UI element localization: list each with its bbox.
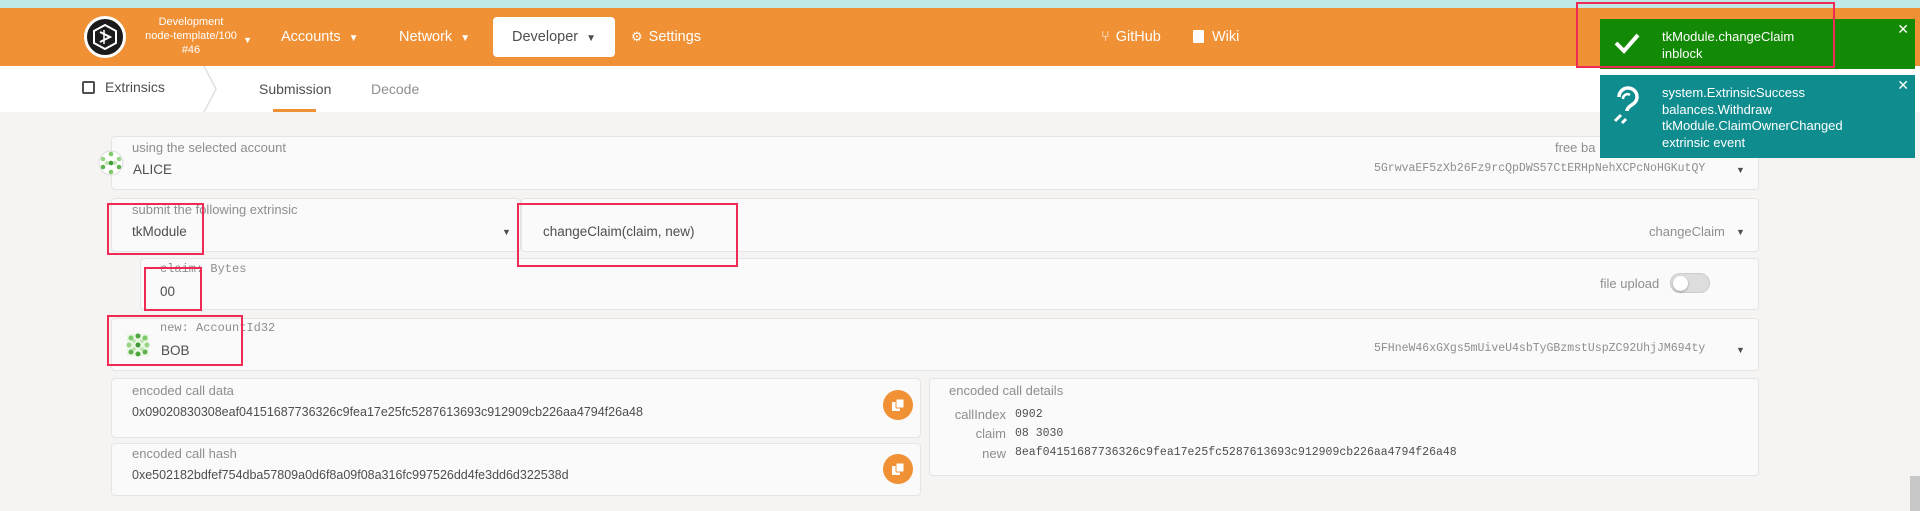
highlight-box-method [517, 203, 738, 267]
detail-value-new: 8eaf04151687736326c9fea17e25fc5287613693… [1015, 446, 1457, 459]
toast-status: extrinsic event [1662, 134, 1746, 150]
detail-key-claim: claim [975, 426, 1006, 441]
caret-down-icon: ▼ [1736, 165, 1745, 175]
nav-github-label: GitHub [1115, 29, 1161, 45]
tab-submission[interactable]: Submission [259, 81, 331, 97]
extrinsics-icon [82, 80, 95, 94]
section-title-label: Extrinsics [105, 79, 165, 95]
toast-event-line-2: balances.Withdraw [1662, 101, 1772, 117]
claim-input[interactable] [140, 258, 1759, 310]
encoded-call-data-value: 0x09020830308eaf04151687736326c9fea17e25… [132, 405, 643, 419]
copy-icon [892, 398, 905, 411]
nav-network[interactable]: Network ▼ [399, 24, 470, 50]
nav-accounts[interactable]: Accounts ▼ [281, 24, 359, 50]
copy-call-hash-button[interactable] [883, 454, 913, 484]
nav-developer[interactable]: Developer ▼ [493, 17, 615, 57]
toast-event-line-1: system.ExtrinsicSuccess [1662, 85, 1806, 100]
caret-down-icon: ▼ [502, 227, 511, 237]
encoded-call-data-label: encoded call data [132, 383, 234, 398]
caret-down-icon: ▼ [1736, 227, 1745, 237]
section-title: Extrinsics [82, 79, 165, 95]
nav-github[interactable]: ⑂ GitHub [1101, 24, 1161, 50]
caret-down-icon: ▼ [586, 33, 596, 44]
highlight-box-toast [1576, 2, 1835, 68]
active-tab-indicator [273, 109, 316, 112]
close-icon[interactable]: ✕ [1897, 21, 1909, 38]
copy-icon [892, 462, 905, 475]
account-name: ALICE [133, 162, 173, 177]
highlight-box-new-account [107, 315, 243, 366]
chain-block: #46 [181, 44, 201, 56]
status-toast-events: system.ExtrinsicSuccess balances.Withdra… [1600, 75, 1915, 158]
encoded-call-hash-value: 0xe502182bdfef754dba57809a0d6f8a09f08a31… [132, 468, 569, 482]
chain-name: Development [158, 16, 224, 28]
highlight-box-module [107, 203, 204, 255]
alice-identicon-icon [98, 150, 124, 176]
caret-down-icon: ▼ [1736, 345, 1745, 355]
copy-call-data-button[interactable] [883, 390, 913, 420]
tab-decode[interactable]: Decode [371, 81, 419, 97]
nav-settings-label: Settings [648, 29, 702, 45]
method-short: changeClaim [1649, 224, 1725, 239]
caret-down-icon: ▼ [348, 33, 359, 44]
book-icon [1193, 30, 1204, 43]
encoded-call-hash-label: encoded call hash [132, 446, 237, 461]
caret-down-icon: ▼ [460, 33, 471, 44]
file-upload-toggle[interactable] [1670, 273, 1710, 293]
assistive-listening-icon [1613, 86, 1639, 125]
account-address: 5GrwvaEF5zXb26Fz9rcQpDWS57CtERHpNehXCPcN… [1374, 162, 1706, 175]
detail-key-new: new [982, 446, 1006, 461]
file-upload-label: file upload [1600, 276, 1660, 291]
nav-developer-label: Developer [512, 29, 579, 45]
detail-value-claim: 08 3030 [1015, 427, 1064, 440]
toggle-knob [1673, 276, 1688, 291]
nav-wiki-label: Wiki [1212, 29, 1240, 45]
new-account-address: 5FHneW46xGXgs5mUiveU4sbTyGBzmstUspZC92Uh… [1374, 342, 1706, 355]
encoded-call-details-label: encoded call details [949, 383, 1064, 398]
detail-value-callindex: 0902 [1015, 408, 1043, 421]
chain-logo-icon[interactable] [84, 16, 126, 58]
scrollbar[interactable] [1910, 476, 1920, 511]
chain-node: node-template/100 [145, 30, 237, 42]
nav-settings[interactable]: ⚙ Settings [631, 24, 701, 50]
nav-accounts-label: Accounts [281, 29, 341, 45]
account-label: using the selected account [132, 140, 286, 155]
free-balance-label: free ba [1555, 140, 1596, 155]
nav-wiki[interactable]: Wiki [1193, 24, 1239, 50]
caret-down-icon: ▼ [243, 35, 252, 45]
chain-selector[interactable]: Development node-template/100 #46 ▼ [130, 15, 252, 57]
detail-key-callindex: callIndex [954, 407, 1006, 422]
highlight-box-claim [144, 267, 202, 311]
code-branch-icon: ⑂ [1101, 29, 1110, 45]
breadcrumb-chevron-icon [203, 66, 217, 112]
toast-event-line-3: tkModule.ClaimOwnerChanged [1662, 118, 1843, 133]
nav-network-label: Network [399, 29, 453, 45]
close-icon[interactable]: ✕ [1897, 77, 1909, 94]
gears-icon: ⚙ [631, 29, 643, 44]
